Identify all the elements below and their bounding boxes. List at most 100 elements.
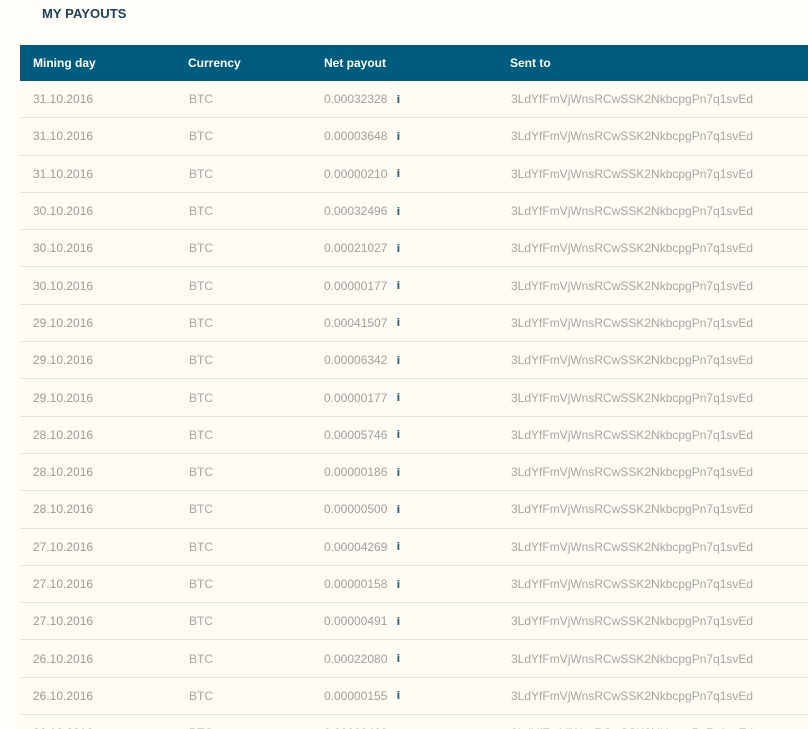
table-row: 26.10.2016BTC0.00000460i3LdYfFmVjWnsRCwS… <box>20 715 808 729</box>
cell-currency: BTC <box>189 315 213 330</box>
table-row: 27.10.2016 BTC 0.00000158 i 3LdYfFmVjWnsRCwS… <box>20 565 808 604</box>
cell-net-payout: 0.00022080 i <box>324 652 510 666</box>
cell-sent-to: 3LdYfFmVjWnsRCwSSK2NkbcpgPn7q1svEd <box>511 353 754 368</box>
info-icon[interactable]: i <box>395 391 401 404</box>
info-icon[interactable]: i <box>395 503 401 516</box>
cell-net-payout: 0.00021027 i <box>324 241 510 255</box>
net-payout-value: 0.00000177 <box>324 390 388 405</box>
info-icon[interactable]: i <box>395 354 401 367</box>
cell-currency: BTC <box>189 92 213 107</box>
cell-net-payout: 0.00032496 i <box>324 204 510 218</box>
cell-mining-day: 27.10.2016 <box>33 539 94 554</box>
net-payout-value: 0.00005746 <box>324 427 388 442</box>
cell-currency: BTC <box>189 353 213 368</box>
cell-mining-day: 31.10.2016 <box>33 129 94 144</box>
info-icon[interactable]: i <box>395 316 401 329</box>
cell-mining-day: 30.10.2016 <box>33 241 94 256</box>
table-row: 26.10.2016 BTC 0.00022080 i 3LdYfFmVjWnsRCwS… <box>20 640 808 678</box>
info-icon[interactable]: i <box>395 242 401 255</box>
cell-mining-day: 31.10.2016 <box>33 166 94 181</box>
table-row: 28.10.2016 BTC 0.00005746 i 3LdYfFmVjWnsRCwS… <box>20 416 808 454</box>
info-icon[interactable]: i <box>395 652 401 665</box>
cell-mining-day: 29.10.2016 <box>33 353 94 368</box>
cell-currency: BTC <box>189 427 213 442</box>
cell-currency: BTC <box>189 278 213 293</box>
net-payout-value: 0.00000158 <box>324 577 388 591</box>
cell-sent-to: 3LdYfFmVjWnsRCwSSK2NkbcpgPn7q1svEd <box>511 502 754 517</box>
table-row: 31.10.2016 BTC 0.00032328 i 3LdYfFmVjWnsRCwS… <box>20 81 808 119</box>
cell-sent-to: 3LdYfFmVjWnsRCwSSK2NkbcpgPn7q1svEd <box>511 577 754 591</box>
cell-currency: BTC <box>189 651 213 666</box>
net-payout-value: 0.00000500 <box>324 502 388 517</box>
table-row: 31.10.2016 BTC 0.00003648 i 3LdYfFmVjWnsRCwS… <box>20 118 808 156</box>
cell-net-payout: 0.00000210 i <box>324 167 510 181</box>
cell-mining-day: 27.10.2016 <box>33 614 94 629</box>
net-payout-value: 0.00006342 <box>324 353 388 368</box>
net-payout-value: 0.00000155 <box>324 688 388 703</box>
info-icon[interactable]: i <box>395 578 401 591</box>
header-net-payout[interactable]: Net payout <box>324 56 510 70</box>
net-payout-value: 0.00022080 <box>324 651 388 666</box>
cell-mining-day: 28.10.2016 <box>33 465 94 480</box>
info-icon[interactable]: i <box>395 466 401 479</box>
net-payout-value: 0.00032496 <box>324 204 388 219</box>
table-row: 28.10.2016 BTC 0.00000186 i 3LdYfFmVjWnsRCwS… <box>20 453 808 492</box>
net-payout-value: 0.00041507 <box>324 315 388 330</box>
cell-currency: BTC <box>189 502 213 517</box>
cell-sent-to: 3LdYfFmVjWnsRCwSSK2NkbcpgPn7q1svEd <box>511 688 754 703</box>
cell-net-payout: 0.00006342 i <box>324 353 510 367</box>
table-body: 31.10.2016 BTC 0.00032328 i 3LdYfFmVjWnsRCwS… <box>20 81 808 729</box>
info-icon[interactable]: i <box>395 93 401 106</box>
page-title: MY PAYOUTS <box>42 6 127 21</box>
cell-net-payout: 0.00000177 i <box>324 391 510 405</box>
info-icon[interactable]: i <box>395 279 401 292</box>
cell-mining-day: 26.10.2016 <box>33 688 94 703</box>
payouts-page: MY PAYOUTS Mining day Currency Net payou… <box>0 0 808 729</box>
info-icon[interactable]: i <box>395 205 401 218</box>
net-payout-value: 0.00000210 <box>324 166 388 181</box>
cell-sent-to: 3LdYfFmVjWnsRCwSSK2NkbcpgPn7q1svEd <box>511 315 754 330</box>
cell-net-payout: 0.00000177 i <box>324 279 510 293</box>
header-currency[interactable]: Currency <box>188 56 324 70</box>
cell-net-payout: 0.00000500 i <box>324 502 510 516</box>
cell-sent-to: 3LdYfFmVjWnsRCwSSK2NkbcpgPn7q1svEd <box>511 241 754 256</box>
net-payout-value: 0.00032328 <box>324 92 388 107</box>
table-row: 27.10.2016 BTC 0.00000491 i 3LdYfFmVjWnsRCwS… <box>20 603 808 641</box>
cell-net-payout: 0.00000491 i <box>324 614 510 628</box>
info-icon[interactable]: i <box>395 428 401 441</box>
header-sent-to[interactable]: Sent to <box>510 56 808 70</box>
cell-sent-to: 3LdYfFmVjWnsRCwSSK2NkbcpgPn7q1svEd <box>511 166 754 181</box>
cell-sent-to: 3LdYfFmVjWnsRCwSSK2NkbcpgPn7q1svEd <box>511 390 754 405</box>
table-row: 26.10.2016 BTC 0.00000155 i 3LdYfFmVjWnsRCwS… <box>20 677 808 716</box>
cell-sent-to: 3LdYfFmVjWnsRCwSSK2NkbcpgPn7q1svEd <box>511 614 754 629</box>
cell-net-payout: 0.00000155 i <box>324 689 510 703</box>
cell-net-payout: 0.00003648 i <box>324 129 510 143</box>
cell-mining-day: 28.10.2016 <box>33 427 94 442</box>
cell-sent-to: 3LdYfFmVjWnsRCwSSK2NkbcpgPn7q1svEd <box>511 539 754 554</box>
info-icon[interactable]: i <box>395 130 401 143</box>
info-icon[interactable]: i <box>395 615 401 628</box>
info-icon[interactable]: i <box>395 689 401 702</box>
cell-mining-day: 28.10.2016 <box>33 502 94 517</box>
header-mining-day[interactable]: Mining day <box>20 56 188 70</box>
info-icon[interactable]: i <box>395 540 401 553</box>
table-row: 30.10.2016 BTC 0.00021027 i 3LdYfFmVjWnsRCwS… <box>20 230 808 268</box>
cell-sent-to: 3LdYfFmVjWnsRCwSSK2NkbcpgPn7q1svEd <box>511 92 754 107</box>
cell-currency: BTC <box>189 390 213 405</box>
info-icon[interactable]: i <box>395 167 401 180</box>
cell-sent-to: 3LdYfFmVjWnsRCwSSK2NkbcpgPn7q1svEd <box>511 204 754 219</box>
cell-currency: BTC <box>189 688 213 703</box>
payouts-table: Mining day Currency Net payout Sent to 3… <box>20 45 808 729</box>
cell-currency: BTC <box>189 204 213 219</box>
cell-currency: BTC <box>189 577 213 591</box>
net-payout-value: 0.00000177 <box>324 278 388 293</box>
cell-mining-day: 26.10.2016 <box>33 651 94 666</box>
cell-currency: BTC <box>189 129 213 144</box>
net-payout-value: 0.00000186 <box>324 465 388 480</box>
cell-mining-day: 31.10.2016 <box>33 92 94 107</box>
table-row: 28.10.2016 BTC 0.00000500 i 3LdYfFmVjWnsRCwS… <box>20 491 808 529</box>
net-payout-value: 0.00021027 <box>324 241 388 256</box>
table-row: 29.10.2016 BTC 0.00006342 i 3LdYfFmVjWnsRCwS… <box>20 342 808 380</box>
cell-currency: BTC <box>189 241 213 256</box>
cell-mining-day: 27.10.2016 <box>33 577 94 591</box>
